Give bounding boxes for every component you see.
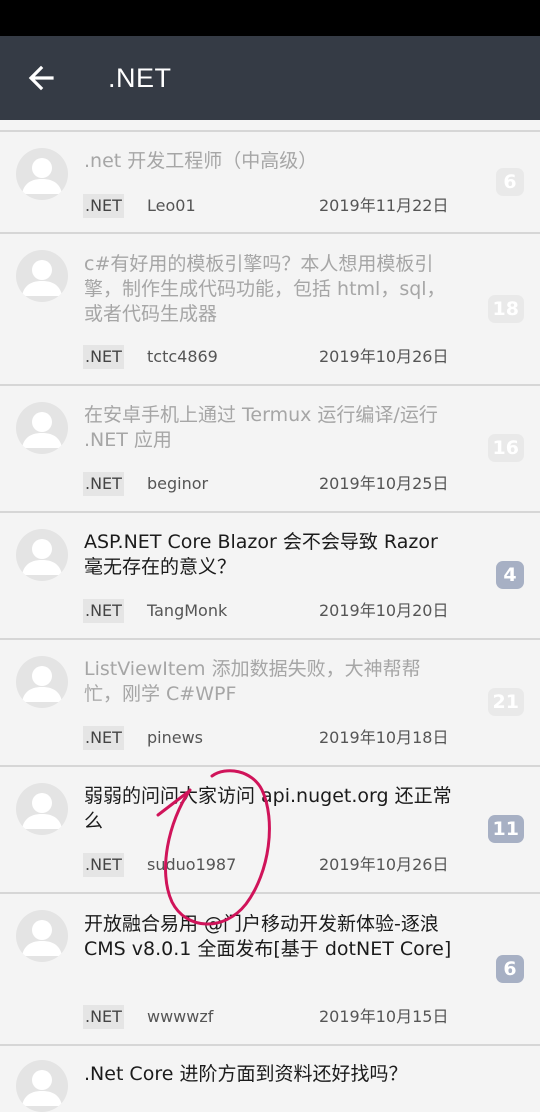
author-name[interactable]: beginor xyxy=(147,472,208,496)
reply-count-badge: 4 xyxy=(496,561,524,589)
post-date: 2019年10月20日 xyxy=(319,601,449,620)
status-bar xyxy=(0,0,540,36)
reply-count-badge: 16 xyxy=(487,434,524,462)
post-date: 2019年10月15日 xyxy=(319,1007,449,1026)
user-placeholder-icon xyxy=(22,666,62,702)
avatar xyxy=(16,148,68,200)
thread-title: ASP.NET Core Blazor 会不会导致 Razor 毫无存在的意义？ xyxy=(84,531,438,578)
node-tag[interactable]: .NET xyxy=(83,726,124,750)
thread-title: .Net Core 进阶方面到资料还好找吗？ xyxy=(84,1063,408,1085)
thread-title: 在安卓手机上通过 Termux 运行编译/运行 .NET 应用 xyxy=(84,404,438,451)
post-date: 2019年10月18日 xyxy=(319,728,449,747)
node-tag[interactable]: .NET xyxy=(83,345,124,369)
avatar xyxy=(16,529,68,581)
avatar xyxy=(16,656,68,708)
thread-title: c#有好用的模板引擎吗？本人想用模板引擎，制作生成代码功能，包括 html，sq… xyxy=(84,253,446,325)
thread-item[interactable]: ListViewItem 添加数据失败，大神帮帮忙，刚学 C#WPF .NET … xyxy=(0,640,540,767)
thread-title: 开放融合易用 @门户移动开发新体验-逐浪 CMS v8.0.1 全面发布[基于 … xyxy=(84,913,452,960)
thread-item[interactable]: .net 开发工程师（中高级） .NET Leo01 2019年11月22日 6 xyxy=(0,132,540,234)
node-tag[interactable]: .NET xyxy=(83,194,124,218)
node-tag[interactable]: .NET xyxy=(83,472,124,496)
author-name[interactable]: suduo1987 xyxy=(147,853,236,877)
page-title: .NET xyxy=(108,63,172,93)
node-tag[interactable]: .NET xyxy=(83,599,124,623)
reply-count-badge: 18 xyxy=(487,295,524,323)
back-button[interactable] xyxy=(22,58,62,98)
reply-count-badge: 11 xyxy=(487,815,524,843)
reply-count-badge: 6 xyxy=(496,168,524,196)
author-name[interactable]: pinews xyxy=(147,726,203,750)
thread-title: ListViewItem 添加数据失败，大神帮帮忙，刚学 C#WPF xyxy=(84,658,421,705)
thread-item[interactable]: c#有好用的模板引擎吗？本人想用模板引擎，制作生成代码功能，包括 html，sq… xyxy=(0,234,540,386)
user-placeholder-icon xyxy=(22,158,62,194)
author-name[interactable]: Leo01 xyxy=(147,194,196,218)
author-name[interactable]: TangMonk xyxy=(147,599,227,623)
author-name[interactable]: wwwwzf xyxy=(147,1005,213,1029)
node-tag[interactable]: .NET xyxy=(83,853,124,877)
user-placeholder-icon xyxy=(22,412,62,448)
thread-title: .net 开发工程师（中高级） xyxy=(84,150,318,172)
avatar xyxy=(16,783,68,835)
thread-item[interactable]: ASP.NET Core Blazor 会不会导致 Razor 毫无存在的意义？… xyxy=(0,513,540,640)
user-placeholder-icon xyxy=(22,1070,62,1106)
avatar xyxy=(16,402,68,454)
reply-count-badge: 6 xyxy=(496,955,524,983)
arrow-left-icon xyxy=(28,65,54,91)
avatar xyxy=(16,1060,68,1112)
user-placeholder-icon xyxy=(22,920,62,956)
thread-title: 弱弱的问问大家访问 api.nuget.org 还正常么 xyxy=(84,785,452,832)
post-date: 2019年10月25日 xyxy=(319,474,449,493)
node-tag[interactable]: .NET xyxy=(83,1005,124,1029)
post-date: 2019年10月26日 xyxy=(319,347,449,366)
thread-item[interactable]: 在安卓手机上通过 Termux 运行编译/运行 .NET 应用 .NET beg… xyxy=(0,386,540,513)
app-bar: .NET xyxy=(0,36,540,120)
post-date: 2019年10月26日 xyxy=(319,855,449,874)
thread-item[interactable]: .Net Core 进阶方面到资料还好找吗？ xyxy=(0,1046,540,1112)
avatar xyxy=(16,250,68,302)
thread-item[interactable]: 开放融合易用 @门户移动开发新体验-逐浪 CMS v8.0.1 全面发布[基于 … xyxy=(0,894,540,1046)
avatar xyxy=(16,910,68,962)
author-name[interactable]: tctc4869 xyxy=(147,345,218,369)
user-placeholder-icon xyxy=(22,260,62,296)
reply-count-badge: 21 xyxy=(487,688,524,716)
user-placeholder-icon xyxy=(22,793,62,829)
post-date: 2019年11月22日 xyxy=(319,196,449,215)
user-placeholder-icon xyxy=(22,539,62,575)
thread-item[interactable]: 弱弱的问问大家访问 api.nuget.org 还正常么 .NET suduo1… xyxy=(0,767,540,894)
